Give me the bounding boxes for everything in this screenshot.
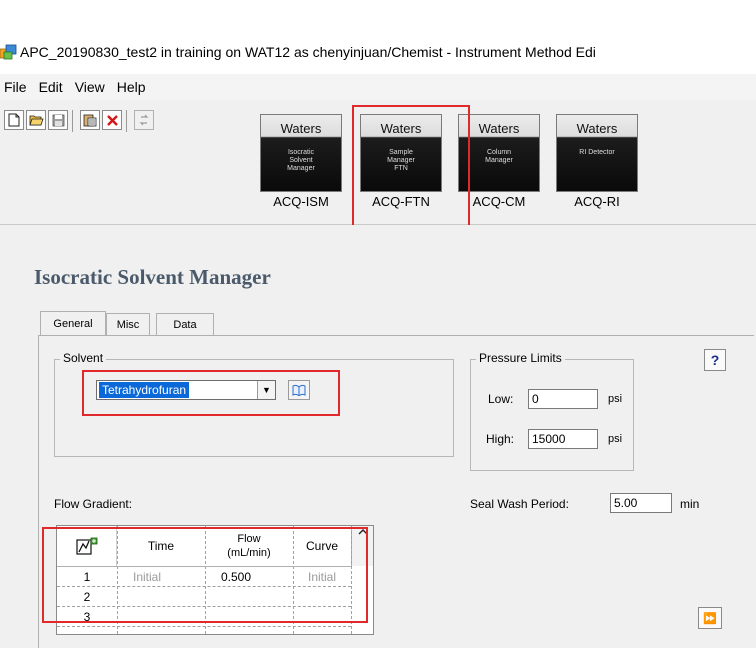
menu-edit[interactable]: Edit <box>33 79 69 95</box>
seal-wash-label: Seal Wash Period: <box>470 497 569 511</box>
next-page-icon[interactable]: ⏩ <box>698 607 722 629</box>
curve-cell[interactable] <box>293 587 351 606</box>
window-title: APC_20190830_test2 in training on WAT12 … <box>20 44 596 60</box>
flow-gradient-label: Flow Gradient: <box>54 497 133 511</box>
gradient-options-icon[interactable] <box>57 526 117 566</box>
seal-wash-input[interactable]: 5.00 <box>610 493 672 513</box>
menu-file[interactable]: File <box>0 79 33 95</box>
chevron-down-icon[interactable]: ▼ <box>257 381 275 399</box>
method-panel: Isocratic Solvent Manager General Misc D… <box>0 225 756 648</box>
row-number: 1 <box>83 569 91 584</box>
curve-cell[interactable] <box>293 607 351 626</box>
module-image: Waters Isocratic Solvent Manager <box>260 114 342 192</box>
flow-gradient-table[interactable]: Time Flow (mL/min) Curve 1 Initial 0.500… <box>56 525 374 635</box>
module-acq-ri[interactable]: Waters RI Detector ACQ-RI <box>550 114 644 214</box>
delete-icon[interactable] <box>102 110 122 130</box>
save-icon[interactable] <box>48 110 68 130</box>
row-number: 3 <box>83 609 91 624</box>
solvent-selected-value: Tetrahydrofuran <box>99 382 190 398</box>
module-label: ACQ-CM <box>472 194 526 209</box>
module-acq-cm[interactable]: Waters Column Manager ACQ-CM <box>452 114 546 214</box>
book-icon <box>292 384 306 396</box>
module-acq-ism[interactable]: Waters Isocratic Solvent Manager ACQ-ISM <box>254 114 348 214</box>
panel-title: Isocratic Solvent Manager <box>34 265 271 289</box>
app-icon <box>0 44 17 60</box>
top-margin <box>0 0 756 34</box>
tab-misc[interactable]: Misc <box>106 313 150 335</box>
grid-line <box>351 526 352 634</box>
module-image: Waters Column Manager <box>458 114 540 192</box>
curve-cell[interactable]: Initial <box>293 567 351 586</box>
low-pressure-input[interactable]: 0 <box>528 389 598 409</box>
column-header-flow: Flow (mL/min) <box>227 533 271 559</box>
column-header-time: Time <box>147 539 175 553</box>
scroll-up-icon[interactable] <box>357 526 369 538</box>
column-header-curve: Curve <box>305 539 338 553</box>
seal-wash-unit: min <box>680 497 700 511</box>
low-pressure-label: Low: <box>488 392 514 406</box>
paste-icon[interactable] <box>80 110 100 130</box>
tab-general[interactable]: General <box>40 311 106 335</box>
menu-help[interactable]: Help <box>111 79 152 95</box>
solvent-group-label: Solvent <box>60 351 107 365</box>
solvent-library-button[interactable] <box>288 380 310 400</box>
module-image: Waters RI Detector <box>556 114 638 192</box>
time-cell[interactable]: Initial <box>117 567 177 586</box>
menu-bar: File Edit View Help <box>0 74 756 100</box>
flow-cell[interactable] <box>205 587 293 606</box>
row-number: 2 <box>83 589 91 604</box>
flow-cell[interactable]: 0.500 <box>205 567 267 586</box>
toolbar-separator <box>126 110 127 132</box>
high-pressure-unit: psi <box>608 433 623 445</box>
refresh-icon[interactable] <box>134 110 154 130</box>
module-label: ACQ-ISM <box>273 194 329 209</box>
pressure-limits-group <box>470 359 634 471</box>
time-cell[interactable] <box>117 587 205 606</box>
open-icon[interactable] <box>26 110 46 130</box>
module-acq-ftn[interactable]: Waters Sample Manager FTN ACQ-FTN <box>354 114 448 214</box>
title-bar: APC_20190830_test2 in training on WAT12 … <box>0 34 756 72</box>
module-label: ACQ-FTN <box>372 194 430 209</box>
new-icon[interactable] <box>4 110 24 130</box>
high-pressure-label: High: <box>486 432 515 446</box>
low-pressure-unit: psi <box>608 393 623 405</box>
high-pressure-input[interactable]: 15000 <box>528 429 598 449</box>
help-button[interactable]: ? <box>704 349 726 371</box>
time-cell[interactable] <box>117 607 205 626</box>
flow-cell[interactable] <box>205 607 293 626</box>
table-scrollbar[interactable] <box>351 526 373 566</box>
menu-view[interactable]: View <box>69 79 111 95</box>
module-image: Waters Sample Manager FTN <box>360 114 442 192</box>
module-label: ACQ-RI <box>574 194 620 209</box>
solvent-group <box>54 359 454 457</box>
grid-line <box>57 626 351 627</box>
tab-data[interactable]: Data <box>156 313 214 335</box>
toolbar-separator <box>72 110 73 132</box>
solvent-select[interactable]: Tetrahydrofuran ▼ <box>96 380 276 400</box>
toolbar: Waters Isocratic Solvent Manager ACQ-ISM… <box>0 100 756 225</box>
pressure-limits-label: Pressure Limits <box>476 351 565 365</box>
